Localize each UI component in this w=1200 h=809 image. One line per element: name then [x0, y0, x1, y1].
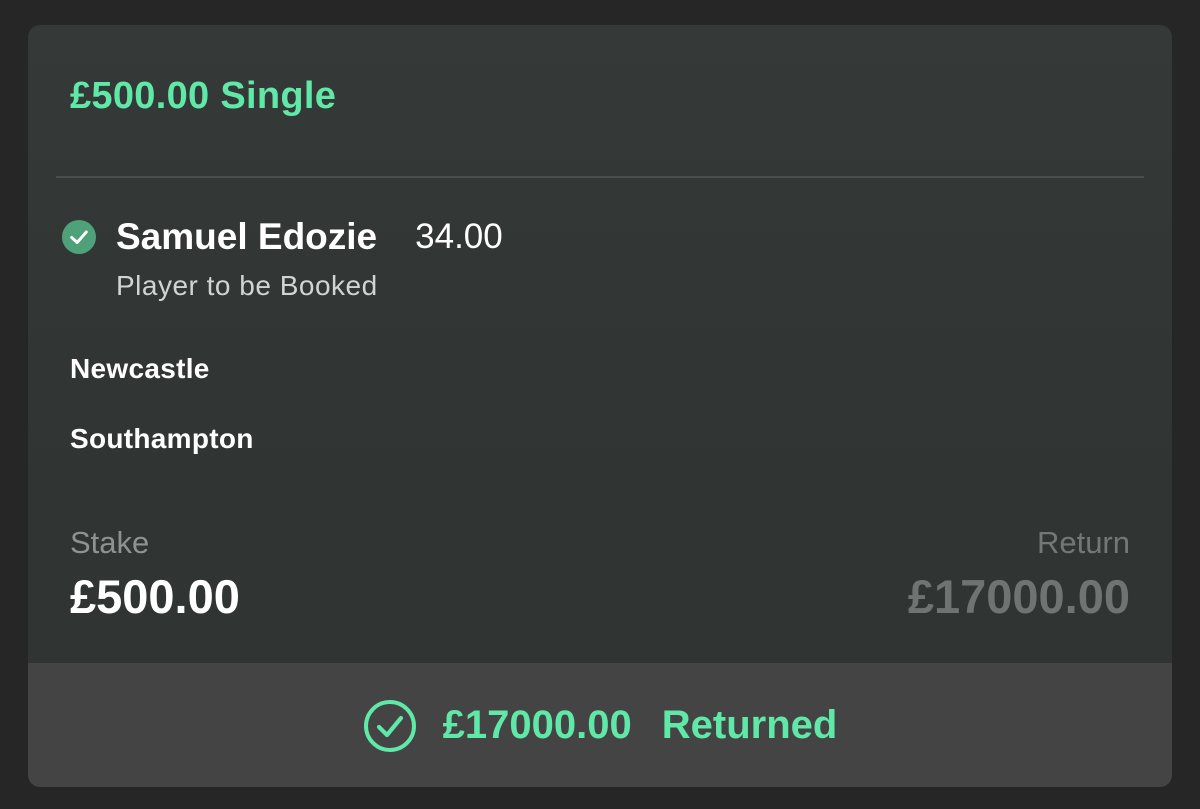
selection-row: Samuel Edozie 34.00: [62, 215, 503, 259]
bet-title: £500.00 Single: [70, 75, 337, 117]
selection-name: Samuel Edozie: [116, 216, 378, 257]
checkmark-icon: [70, 230, 88, 244]
away-team: Southampton: [70, 423, 254, 454]
divider: [56, 176, 1144, 178]
returned-amount: £17000.00: [442, 702, 632, 747]
stake-label: Stake: [70, 525, 150, 560]
return-label: Return: [1036, 525, 1130, 560]
selection-market: Player to be Booked: [116, 270, 378, 301]
returned-banner: £17000.00 Returned: [28, 663, 1172, 787]
check-circle-outline-icon: [363, 700, 416, 752]
home-team: Newcastle: [70, 353, 210, 384]
selection-odds: 34.00: [415, 217, 503, 256]
returned-status: Returned: [661, 702, 838, 747]
return-value: £17000.00: [907, 570, 1130, 623]
stake-value: £500.00: [70, 570, 240, 623]
check-circle-icon: [62, 220, 96, 254]
bet-card: £500.00 Single Samuel Edozie 34.00 Playe…: [28, 25, 1172, 787]
